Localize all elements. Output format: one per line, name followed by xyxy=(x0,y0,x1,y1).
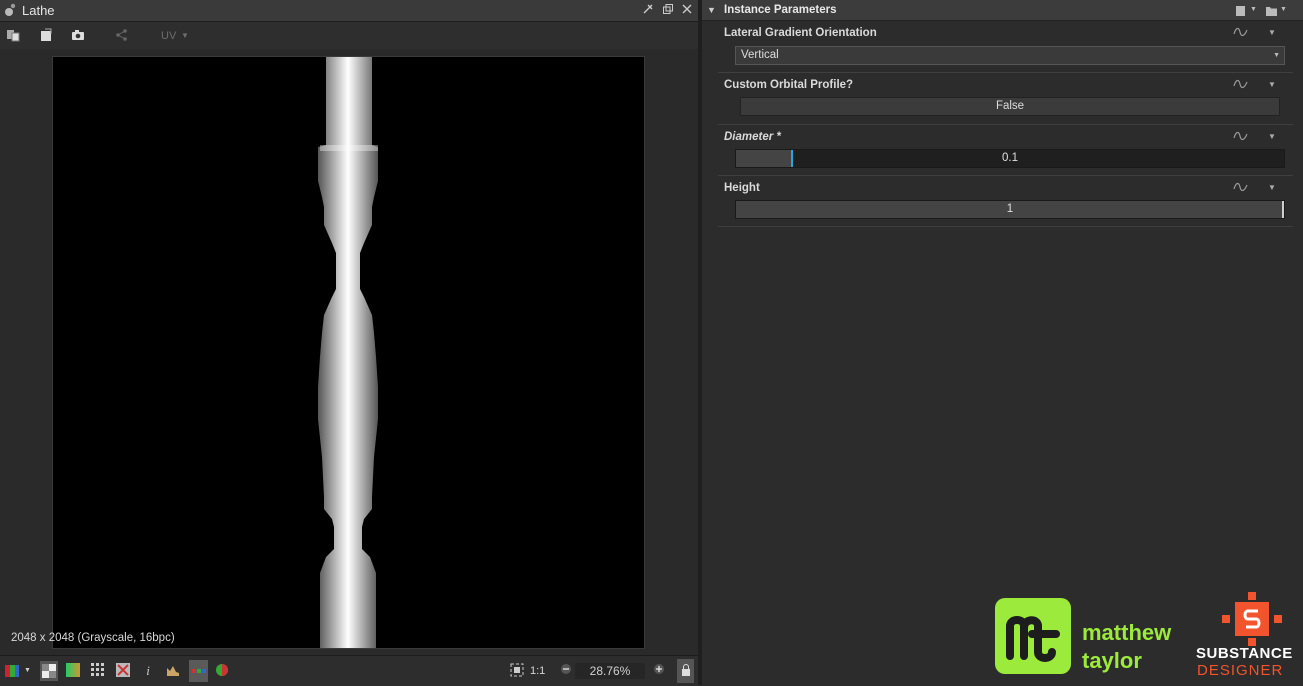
folder-icon[interactable] xyxy=(1265,4,1278,22)
slider-fill xyxy=(736,150,791,167)
chevron-down-icon: ▼ xyxy=(1273,52,1280,59)
slider-handle[interactable] xyxy=(791,150,793,167)
chevron-down-icon[interactable]: ▼ xyxy=(1268,183,1276,192)
camera-icon[interactable] xyxy=(70,28,86,44)
height-slider[interactable]: 1 xyxy=(735,200,1285,219)
substance-label: SUBSTANCE xyxy=(1196,645,1293,662)
grid-icon[interactable] xyxy=(90,663,106,679)
function-graph-icon[interactable] xyxy=(1233,26,1249,40)
alpha-channel-icon[interactable] xyxy=(214,663,230,679)
brand-line-2: taylor xyxy=(1082,648,1142,673)
brand-line-1: matthew xyxy=(1082,620,1172,645)
chevron-down-icon[interactable]: ▼ xyxy=(1268,28,1276,37)
close-icon[interactable] xyxy=(680,3,694,17)
param-label: Lateral Gradient Orientation xyxy=(724,27,877,39)
share-icon[interactable] xyxy=(115,28,131,44)
copy-image-icon[interactable] xyxy=(5,28,21,44)
tiling-icon[interactable] xyxy=(115,663,131,679)
float-icon[interactable] xyxy=(661,3,675,17)
zoom-in-icon[interactable] xyxy=(651,663,667,679)
chevron-down-icon[interactable]: ▼ xyxy=(1250,6,1257,13)
histogram-icon[interactable] xyxy=(165,663,181,679)
param-height: Height ▼ 1 xyxy=(718,176,1293,227)
instance-parameters-title: Instance Parameters xyxy=(724,4,837,16)
diameter-slider[interactable]: 0.1 xyxy=(735,149,1285,168)
custom-profile-toggle[interactable]: False xyxy=(740,97,1280,116)
chevron-down-icon[interactable]: ▼ xyxy=(1268,132,1276,141)
lathe-panel: Lathe UV ▼ 2048 x 2048 (Grayscale, 16bpc… xyxy=(0,0,698,686)
panel-title: Lathe xyxy=(22,3,55,18)
instance-parameters-panel: ▼ Instance Parameters ▼ ▼ Lateral Gradie… xyxy=(702,0,1303,685)
param-label: Height xyxy=(724,182,760,194)
chevron-down-icon[interactable]: ▼ xyxy=(24,667,31,674)
panel-title-bar: Lathe xyxy=(0,0,698,22)
slider-handle[interactable] xyxy=(1282,201,1284,218)
dropdown-value: Vertical xyxy=(741,49,779,61)
collapse-arrow-icon[interactable]: ▼ xyxy=(707,5,716,15)
matthew-taylor-logo xyxy=(994,596,1072,676)
chevron-down-icon[interactable]: ▼ xyxy=(1268,80,1276,89)
fit-view-icon[interactable] xyxy=(509,663,525,679)
function-graph-icon[interactable] xyxy=(1233,130,1249,144)
slider-value: 0.1 xyxy=(1002,152,1018,164)
channel-color-icon[interactable] xyxy=(4,663,20,679)
rgb-channels-icon[interactable] xyxy=(189,660,208,682)
function-graph-icon[interactable] xyxy=(1233,78,1249,92)
slider-value: 1 xyxy=(1006,203,1014,215)
chevron-down-icon[interactable]: ▼ xyxy=(1280,6,1287,13)
node-icon xyxy=(3,3,17,17)
actual-size-button[interactable]: 1:1 xyxy=(530,665,545,677)
function-graph-icon[interactable] xyxy=(1233,181,1249,195)
resolution-label: 2048 x 2048 (Grayscale, 16bpc) xyxy=(11,632,175,644)
info-icon[interactable]: i xyxy=(140,663,156,679)
pin-icon[interactable] xyxy=(641,3,655,17)
chevron-down-icon: ▼ xyxy=(181,31,189,40)
save-image-icon[interactable] xyxy=(38,28,54,44)
zoom-value-field[interactable]: 28.76% xyxy=(575,663,645,679)
param-lateral-gradient-orientation: Lateral Gradient Orientation ▼ Vertical … xyxy=(718,21,1293,73)
viewer-bottom-bar: ▼ i 1:1 28.76% xyxy=(0,655,698,686)
instance-parameters-header[interactable]: ▼ Instance Parameters ▼ ▼ xyxy=(702,0,1303,21)
designer-label: DESIGNER xyxy=(1197,662,1284,679)
zoom-out-icon[interactable] xyxy=(558,663,574,679)
preset-icon[interactable] xyxy=(1235,4,1247,22)
uv-dropdown[interactable]: UV xyxy=(161,30,176,42)
lock-icon[interactable] xyxy=(677,659,694,683)
param-label: Diameter * xyxy=(724,131,781,143)
viewer-toolbar: UV ▼ xyxy=(0,22,698,49)
param-label: Custom Orbital Profile? xyxy=(724,79,854,91)
checker-background-icon[interactable] xyxy=(40,661,58,681)
gradient-background-icon[interactable] xyxy=(65,663,81,679)
orientation-dropdown[interactable]: Vertical ▼ xyxy=(735,46,1285,65)
lathe-preview-image xyxy=(318,57,378,648)
substance-designer-logo xyxy=(1222,592,1282,646)
param-diameter: Diameter * ▼ 0.1 xyxy=(718,125,1293,176)
image-viewport[interactable] xyxy=(52,56,645,649)
param-custom-orbital-profile: Custom Orbital Profile? ▼ False xyxy=(718,73,1293,125)
